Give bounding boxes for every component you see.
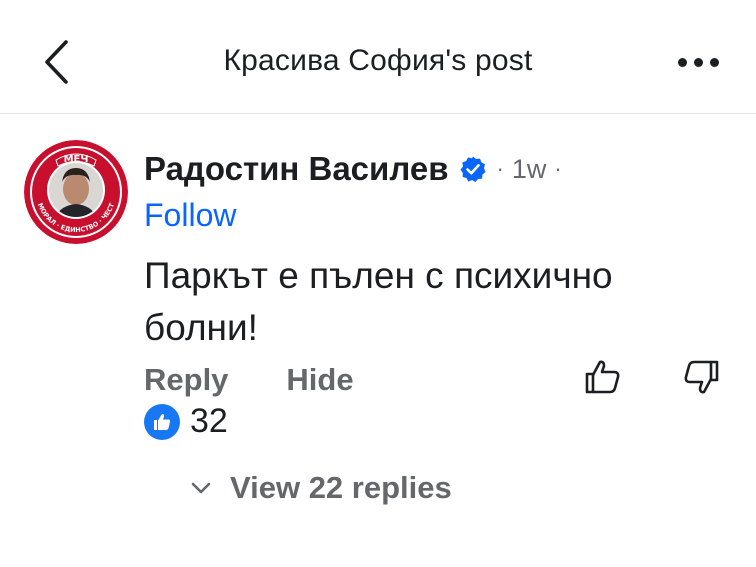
downvote-button[interactable] [680,356,722,398]
comment-actions: Reply Hide [144,362,354,398]
comment-meta: · 1w · [497,154,562,185]
verified-badge-icon [459,155,487,183]
post-header: Красива София's post [0,0,756,114]
reaction-count: 32 [190,402,228,440]
meta-separator: · [496,156,504,181]
author-name[interactable]: Радостин Василев [144,150,449,188]
more-horizontal-icon [677,57,687,67]
page-title: Красива София's post [223,44,533,77]
hide-button[interactable]: Hide [286,362,353,398]
more-options-button[interactable] [668,48,728,76]
avatar[interactable]: МЕЧ МОРАЛ · ЕДИНСТВО · ЧЕСТ [24,140,128,244]
comment-text: Паркът е пълен с психично болни! [144,255,613,348]
chevron-down-icon [191,482,211,494]
view-replies-label: View 22 replies [230,470,452,505]
comment-author-row: Радостин Василев · 1w · [144,150,562,188]
thumbs-up-icon [585,360,620,394]
avatar-badge-image: МЕЧ МОРАЛ · ЕДИНСТВО · ЧЕСТ [24,140,128,244]
view-replies-button[interactable]: View 22 replies [190,470,452,506]
follow-button[interactable]: Follow [144,197,236,234]
avatar-badge-top-text: МЕЧ [64,154,89,165]
more-dot [709,57,719,67]
reaction-summary[interactable]: 32 [144,402,228,441]
more-dot [693,57,703,67]
thumbs-down-icon [684,360,719,394]
comment-timestamp: 1w [511,153,547,184]
meta-separator: · [554,156,562,181]
reply-button[interactable]: Reply [144,362,228,398]
upvote-button[interactable] [582,356,624,398]
like-reaction-icon [144,403,180,440]
